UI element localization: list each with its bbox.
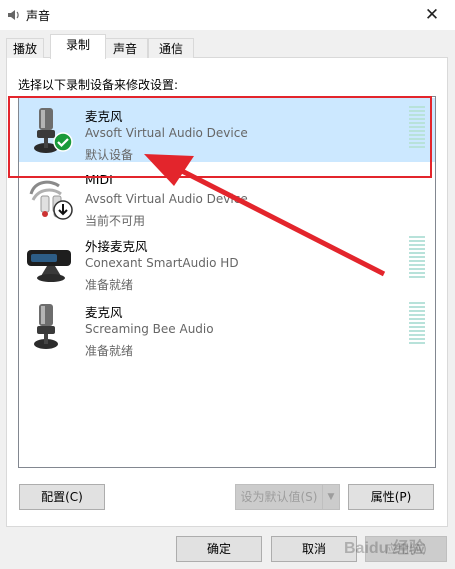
instruction-text: 选择以下录制设备来修改设置: [18,78,179,92]
close-button[interactable]: ✕ [409,0,455,30]
microphone-icon [34,304,58,349]
set-default-dropdown-arrow[interactable]: ▼ [322,484,340,510]
configure-button[interactable]: 配置(C) [19,484,105,510]
set-default-button[interactable]: 设为默认值(S) [235,484,323,510]
external-mic-icon [27,250,71,282]
level-meter [409,106,425,150]
tab-communications[interactable]: 通信 [148,38,194,58]
check-badge-icon [53,132,73,152]
down-arrow-badge-icon [53,200,73,220]
speaker-icon [8,10,19,20]
device-status: 当前不可用 [85,214,146,228]
ok-button[interactable]: 确定 [176,536,262,562]
tab-sounds[interactable]: 声音 [102,38,148,58]
cancel-button[interactable]: 取消 [271,536,357,562]
tab-recording[interactable]: 录制 [50,34,106,59]
device-name: 外接麦克风 [85,239,148,254]
device-name: 麦克风 [85,305,123,320]
window-title: 声音 [26,9,51,23]
device-description: Conexant SmartAudio HD [85,256,239,270]
device-item-microphone-avsoft[interactable]: 麦克风 Avsoft Virtual Audio Device 默认设备 [19,98,435,162]
device-item-external-mic[interactable]: 外接麦克风 Conexant SmartAudio HD 准备就绪 [19,228,435,292]
level-meter [409,302,425,346]
properties-button[interactable]: 属性(P) [348,484,434,510]
device-status: 准备就绪 [85,344,134,358]
device-status: 准备就绪 [85,278,134,292]
device-description: Avsoft Virtual Audio Device [85,126,248,140]
device-name: 麦克风 [85,109,123,124]
device-description: Avsoft Virtual Audio Device [85,192,248,206]
device-item-midi[interactable]: MIDI Avsoft Virtual Audio Device 当前不可用 [19,164,435,228]
device-name: MIDI [85,172,113,187]
level-meter [409,236,425,280]
device-description: Screaming Bee Audio [85,322,214,336]
apply-button[interactable]: 应用(A) [365,536,447,562]
device-list: 麦克风 Avsoft Virtual Audio Device 默认设备 MID… [18,96,436,468]
device-status: 默认设备 [85,148,134,162]
device-item-microphone-screaming-bee[interactable]: 麦克风 Screaming Bee Audio 准备就绪 [19,294,435,358]
title-bar: 声音 ✕ [0,0,455,30]
tab-playback[interactable]: 播放 [6,38,44,58]
